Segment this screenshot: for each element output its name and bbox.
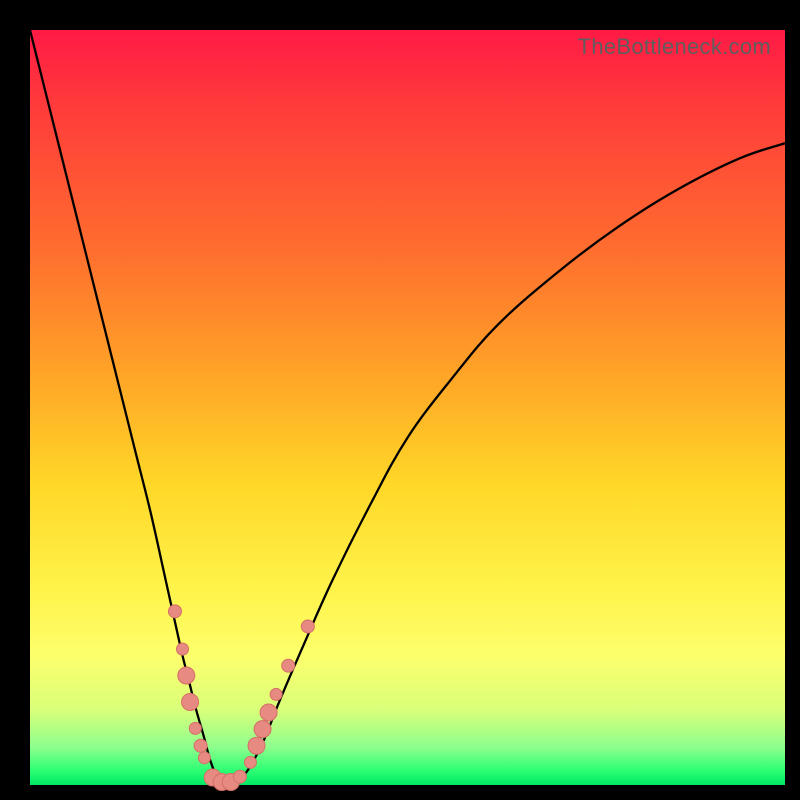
marker-group — [168, 605, 314, 791]
curve-marker — [282, 659, 295, 672]
curve-marker — [189, 722, 201, 734]
curve-marker — [254, 721, 271, 738]
curve-marker — [194, 739, 207, 752]
curve-marker — [198, 752, 210, 764]
curve-marker — [260, 704, 277, 721]
curve-marker — [182, 693, 199, 710]
watermark-text: TheBottleneck.com — [578, 34, 771, 60]
curve-marker — [270, 688, 282, 700]
curve-marker — [244, 756, 256, 768]
curve-marker — [233, 770, 246, 783]
chart-frame: TheBottleneck.com — [0, 0, 800, 800]
plot-area: TheBottleneck.com — [30, 30, 785, 785]
curve-marker — [168, 605, 181, 618]
curve-marker — [301, 620, 314, 633]
curve-path — [30, 30, 785, 784]
curve-marker — [177, 643, 189, 655]
curve-marker — [248, 737, 265, 754]
curve-marker — [178, 667, 195, 684]
bottleneck-curve — [30, 30, 785, 785]
